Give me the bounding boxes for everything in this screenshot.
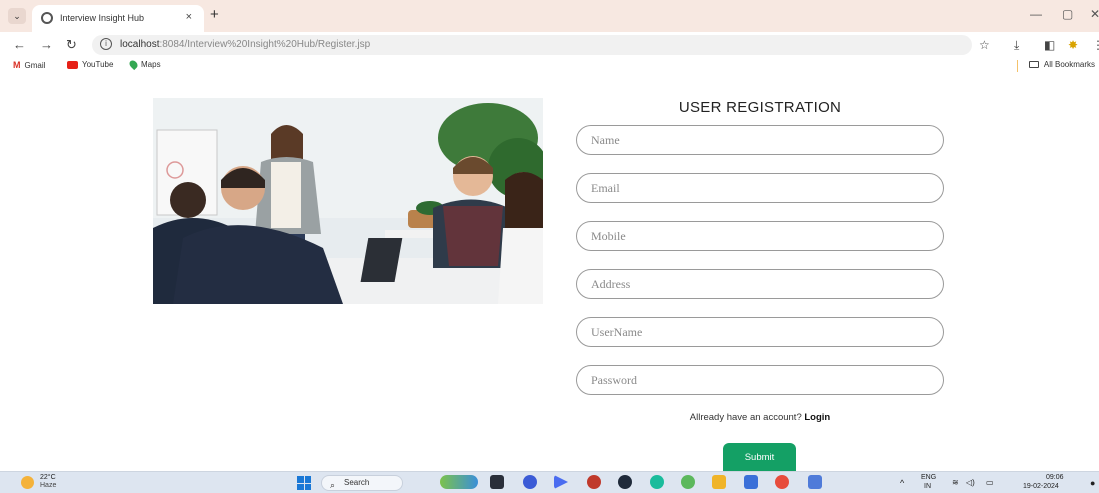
close-window-icon[interactable]: ✕ [1090,7,1099,21]
star-bookmark-icon[interactable]: ☆ [979,38,990,52]
tray-chevron-icon[interactable]: ^ [900,478,904,488]
windows-start-icon[interactable] [297,476,311,490]
login-link[interactable]: Login [804,412,830,423]
weather-icon[interactable] [21,476,34,489]
url-text: localhost:8084/Interview%20Insight%20Hub… [120,39,370,50]
name-field[interactable] [576,125,944,155]
classroom-meeting-photo [153,98,543,304]
weather-condition: Haze [40,482,57,489]
taskbar: 22°C Haze ⌕ Search ^ ENG IN ≋ ◁) ▭ 09:06… [0,471,1099,493]
clock-date[interactable]: 19-02-2024 [1023,483,1059,490]
minimize-icon[interactable]: — [1030,7,1042,21]
taskbar-search[interactable]: ⌕ Search [321,475,403,491]
reload-icon[interactable]: ↻ [66,37,77,53]
youtube-icon [67,60,78,69]
app-dark-icon[interactable] [618,475,632,489]
store-icon[interactable] [744,475,758,489]
hero-image [153,98,543,304]
bookmarks-bar: M Gmail YouTube Maps All Bookmarks [0,58,1099,74]
mobile-field[interactable] [576,221,944,251]
wifi-icon[interactable]: ≋ [952,478,959,487]
tab-search-button[interactable]: ⌄ [8,8,26,24]
side-panel-icon[interactable]: ◧ [1044,38,1055,52]
url-path: :8084/Interview%20Insight%20Hub/Register… [159,39,371,50]
gmail-icon: M [13,60,21,70]
restore-icon[interactable]: ▢ [1062,7,1073,21]
chrome-icon[interactable] [775,475,789,489]
bookmark-divider [1017,60,1018,72]
edge-icon[interactable] [650,475,664,489]
clock-time[interactable]: 09:06 [1046,474,1064,481]
photos-icon[interactable] [808,475,822,489]
file-explorer-icon[interactable] [712,475,726,489]
app-arrow-icon[interactable] [554,475,568,489]
login-prompt: Allready have an account? Login [577,412,943,423]
language-region: IN [924,483,931,490]
folder-icon [1028,61,1039,68]
all-bookmarks-button[interactable]: All Bookmarks [1028,60,1095,69]
menu-dots-icon[interactable]: ⋮ [1092,38,1099,52]
task-view-icon[interactable] [490,475,504,489]
password-field[interactable] [576,365,944,395]
extension-icon[interactable]: ✸ [1068,38,1078,52]
notification-bell-icon[interactable]: ● [1090,478,1095,488]
bookmark-label: Gmail [24,60,46,70]
search-icon: ⌕ [330,480,336,490]
submit-button[interactable]: Submit [723,443,796,471]
chat-icon[interactable] [523,475,537,489]
forward-arrow-icon[interactable]: → [40,37,53,52]
volume-icon[interactable]: ◁) [966,478,975,487]
address-field[interactable] [576,269,944,299]
weather-temperature: 22°C [40,474,56,481]
new-tab-button[interactable]: + [210,6,219,23]
browser-tab-bar: ⌄ Interview Insight Hub × + — ▢ ✕ [0,0,1099,32]
email-field[interactable] [576,173,944,203]
tab-title: Interview Insight Hub [60,13,145,23]
bookmark-label: Maps [141,60,161,69]
taskbar-search-label: Search [344,478,370,487]
bookmark-gmail[interactable]: M Gmail [13,60,45,70]
globe-icon [41,12,53,24]
all-bookmarks-label: All Bookmarks [1043,60,1095,69]
browser-tab[interactable]: Interview Insight Hub × [32,5,204,32]
bookmark-maps[interactable]: Maps [127,58,161,71]
download-icon[interactable]: ⤓ [1014,38,1019,53]
bookmark-youtube[interactable]: YouTube [67,60,113,69]
site-info-icon[interactable]: i [100,38,112,50]
tab-close-button[interactable]: × [186,11,192,23]
search-app-icon[interactable] [587,475,601,489]
app-green-icon[interactable] [681,475,695,489]
bookmark-label: YouTube [82,60,114,69]
url-host: localhost [120,39,160,50]
url-field[interactable]: i localhost:8084/Interview%20Insight%20H… [92,35,972,55]
widgets-icon[interactable] [440,475,478,489]
login-prompt-text: Allready have an account? [689,412,802,423]
username-field[interactable] [576,317,944,347]
maps-icon [127,58,140,71]
address-bar-row: ← → ↻ i localhost:8084/Interview%20Insig… [0,32,1099,58]
page-title: USER REGISTRATION [678,99,842,116]
back-arrow-icon[interactable]: ← [13,37,26,52]
battery-icon[interactable]: ▭ [986,478,994,487]
language-indicator[interactable]: ENG [921,474,936,481]
